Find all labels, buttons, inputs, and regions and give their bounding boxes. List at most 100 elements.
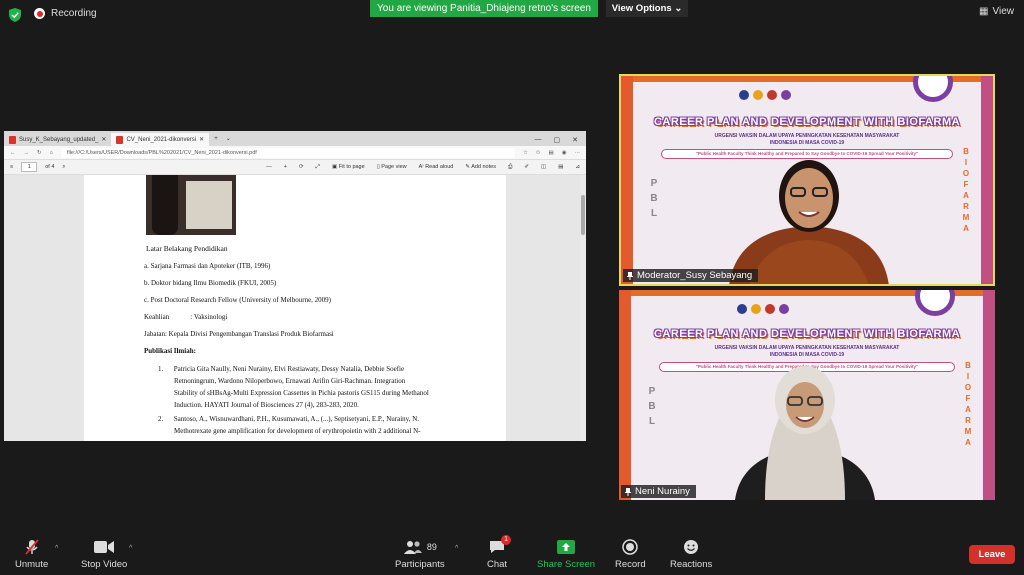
unmute-label: Unmute <box>15 559 49 570</box>
pin-toolbar-icon[interactable]: ⊿ <box>575 164 580 170</box>
favorites-icon[interactable]: ✩ <box>536 150 541 156</box>
letter: I <box>966 372 970 381</box>
recording-label: Recording <box>51 8 97 19</box>
doc-line: Induction. HAYATI Journal of Biosciences… <box>174 401 359 409</box>
security-shield-icon[interactable] <box>9 8 21 22</box>
window-close-icon[interactable]: ✕ <box>572 136 578 144</box>
letter: O <box>962 169 970 178</box>
audio-options-chevron-icon[interactable]: ^ <box>55 545 58 552</box>
page-number-input[interactable]: 1 <box>21 162 38 172</box>
letter: O <box>964 383 972 392</box>
favorite-star-icon[interactable]: ☆ <box>523 150 528 156</box>
chat-button[interactable]: 1 Chat <box>487 535 512 570</box>
view-options-button[interactable]: View Options ⌄ <box>606 0 688 17</box>
grid-view-icon: ▦ <box>979 6 989 17</box>
browser-tab-cv-neni[interactable]: CV_Neni_2021-dikonversi ✕ <box>111 133 210 146</box>
shared-screen[interactable]: Susy_K_Sebayang_updated_ ✕ CV_Neni_2021-… <box>4 131 586 441</box>
tab-list-chevron-icon[interactable]: ⌄ <box>223 133 234 146</box>
letter: L <box>648 416 656 427</box>
search-icon[interactable]: ⌕ <box>62 164 65 171</box>
reactions-button[interactable]: Reactions <box>670 539 712 570</box>
maximize-icon[interactable]: ▢ <box>554 136 561 144</box>
share-screen-button[interactable]: Share Screen <box>537 539 595 570</box>
page-view-label: Page view <box>381 164 407 170</box>
participants-label: Participants <box>395 559 445 570</box>
back-arrow-icon[interactable]: ← <box>10 150 16 156</box>
pdf-viewer[interactable]: Latar Belakang Pendidikan a. Sarjana Far… <box>4 175 586 441</box>
recording-indicator[interactable]: Recording <box>34 8 97 19</box>
collections-icon[interactable]: ▤ <box>548 150 553 156</box>
rotate-icon[interactable]: ⟳ <box>299 164 304 170</box>
window-controls: — ▢ ✕ <box>535 133 587 146</box>
video-tile-moderator[interactable]: CAREER PLAN AND DEVELOPMENT WITH BIOFARM… <box>619 74 995 286</box>
biofarma-vertical-text: B I O F A R M A <box>963 360 973 448</box>
fit-icon[interactable]: ⤢ <box>316 164 320 171</box>
close-icon[interactable]: ✕ <box>199 136 204 143</box>
add-notes-label: Add notes <box>471 164 496 170</box>
home-icon[interactable]: ⌂ <box>50 150 53 156</box>
pin-icon <box>625 487 631 496</box>
page-total: of 4 <box>45 164 55 170</box>
unmute-button[interactable]: Unmute <box>15 539 48 570</box>
chevron-down-icon: ⌄ <box>674 3 683 14</box>
share-screen-icon <box>557 539 576 555</box>
pdf-page: Latar Belakang Pendidikan a. Sarjana Far… <box>84 175 506 441</box>
letter: A <box>965 405 971 414</box>
participants-button[interactable]: 89 Participants <box>395 539 445 570</box>
record-button[interactable]: Record <box>615 539 646 570</box>
video-options-chevron-icon[interactable]: ^ <box>129 545 132 552</box>
doc-line: Jabatan: Kepala Divisi Pengembangan Tran… <box>144 330 334 338</box>
url-input[interactable]: file:///C:/Users/USER/Downloads/PBL%2020… <box>60 147 515 158</box>
letter: L <box>650 208 658 219</box>
refresh-icon[interactable]: ↻ <box>37 150 42 156</box>
letter: A <box>963 224 969 233</box>
pdf-scrollbar[interactable] <box>580 175 586 441</box>
participant-video-moderator <box>729 160 889 284</box>
doc-heading-publications: Publikasi Ilmiah: <box>144 347 196 355</box>
add-notes-button[interactable]: ✎ Add notes <box>465 164 496 170</box>
event-headline: CAREER PLAN AND DEVELOPMENT WITH BIOFARM… <box>653 328 961 340</box>
draw-icon[interactable]: ✐ <box>524 164 529 170</box>
sponsor-logos <box>737 304 789 314</box>
muted-microphone-icon <box>24 539 40 555</box>
contents-icon[interactable]: ≡ <box>10 164 13 170</box>
doc-heading-education: Latar Belakang Pendidikan <box>146 244 228 253</box>
minimize-icon[interactable]: — <box>535 136 542 143</box>
zoom-out-icon[interactable]: — <box>266 164 272 170</box>
zoom-in-icon[interactable]: + <box>284 164 287 170</box>
print-icon[interactable]: ⎙ <box>508 164 512 171</box>
participants-options-chevron-icon[interactable]: ^ <box>455 545 458 552</box>
view-button[interactable]: ▦ View <box>979 6 1014 17</box>
letter: R <box>965 416 971 425</box>
erase-icon[interactable]: ◫ <box>541 164 546 170</box>
chat-unread-badge: 1 <box>501 535 512 545</box>
browser-tab-susy[interactable]: Susy_K_Sebayang_updated_ ✕ <box>4 133 111 146</box>
new-tab-icon[interactable]: + <box>209 133 223 146</box>
record-icon <box>622 539 639 555</box>
letter: A <box>965 438 971 447</box>
doc-line: Stability of sHBsAg-Multi Expression Cas… <box>174 389 429 397</box>
page-view-button[interactable]: ▯ Page view <box>377 164 407 170</box>
participants-icon <box>403 541 422 554</box>
forward-arrow-icon[interactable]: → <box>24 150 30 156</box>
fit-to-page-button[interactable]: ▣ Fit to page <box>332 164 365 170</box>
pdf-file-icon <box>9 135 16 144</box>
leave-button[interactable]: Leave <box>969 545 1015 564</box>
close-icon[interactable]: ✕ <box>101 136 106 143</box>
video-tile-speaker[interactable]: CAREER PLAN AND DEVELOPMENT WITH BIOFARM… <box>619 290 995 500</box>
letter: B <box>650 193 658 204</box>
read-aloud-button[interactable]: A⁾ Read aloud <box>419 164 454 170</box>
participant-name-tag: Moderator_Susy Sebayang <box>623 269 759 282</box>
letter: F <box>963 180 969 189</box>
tab-label: Susy_K_Sebayang_updated_ <box>19 136 99 143</box>
stop-video-button[interactable]: Stop Video <box>81 539 127 570</box>
profile-icon[interactable]: ◉ <box>562 150 567 156</box>
letter: R <box>963 202 969 211</box>
more-icon[interactable]: ··· <box>575 150 581 156</box>
scrollbar-thumb[interactable] <box>581 195 585 235</box>
fit-to-page-label: Fit to page <box>338 164 365 170</box>
pbl-vertical-text: P B L <box>649 176 659 221</box>
doc-line: Retnoningrum, Wardono Niloperbowo, Ernaw… <box>174 377 406 385</box>
save-icon[interactable]: ▤ <box>558 164 563 170</box>
fit-to-page-icon: ▣ <box>331 164 339 170</box>
